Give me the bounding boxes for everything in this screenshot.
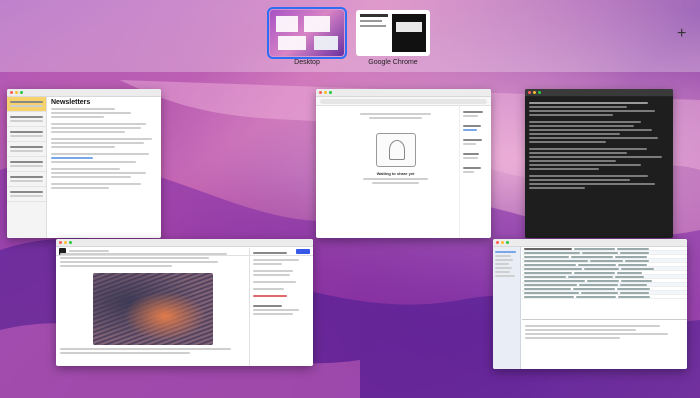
space-google-chrome[interactable]: Google Chrome (356, 10, 430, 66)
assistant-sidebar (459, 106, 491, 238)
space-label: Desktop (294, 59, 320, 66)
assistant-toolbar (316, 97, 491, 106)
assistant-empty-state: Waiting to share yet (336, 113, 455, 238)
terminal-output[interactable] (525, 97, 673, 194)
spaces-bar (0, 0, 700, 72)
notes-toolbar (7, 89, 161, 97)
activity-detail-pane (522, 319, 687, 369)
empty-state-title: Waiting to share yet (376, 171, 415, 176)
list-item[interactable] (7, 127, 46, 142)
list-item[interactable] (7, 97, 46, 112)
post-image[interactable] (93, 273, 213, 345)
wordpress-editor-window[interactable] (56, 239, 313, 366)
terminal-titlebar (525, 89, 673, 97)
space-desktop-thumbnail (267, 7, 347, 59)
list-item[interactable] (7, 142, 46, 157)
settings-panel (249, 248, 313, 366)
assistant-window[interactable]: Waiting to share yet (316, 89, 491, 238)
editor-canvas[interactable] (60, 251, 246, 366)
activity-window[interactable] (493, 239, 687, 369)
wordpress-titlebar (56, 239, 313, 247)
notes-window[interactable]: Newsletters (7, 89, 161, 238)
list-item[interactable] (7, 112, 46, 127)
table-row[interactable] (522, 295, 687, 299)
space-chrome-thumbnail (356, 10, 430, 56)
activity-table (522, 247, 687, 317)
list-item[interactable] (7, 187, 46, 202)
activity-titlebar (493, 239, 687, 247)
note-heading: Newsletters (51, 99, 91, 106)
terminal-window[interactable] (525, 89, 673, 238)
assistant-titlebar (316, 89, 491, 97)
list-item[interactable] (7, 172, 46, 187)
address-bar[interactable] (320, 98, 487, 104)
space-label: Google Chrome (368, 59, 418, 66)
notes-list (7, 97, 47, 238)
add-space-button[interactable]: + (677, 26, 686, 42)
note-body[interactable]: Newsletters (51, 99, 157, 238)
activity-sidebar (493, 247, 521, 369)
list-item[interactable] (7, 157, 46, 172)
empty-state-illustration (375, 133, 416, 167)
space-desktop[interactable]: Desktop (267, 7, 347, 66)
